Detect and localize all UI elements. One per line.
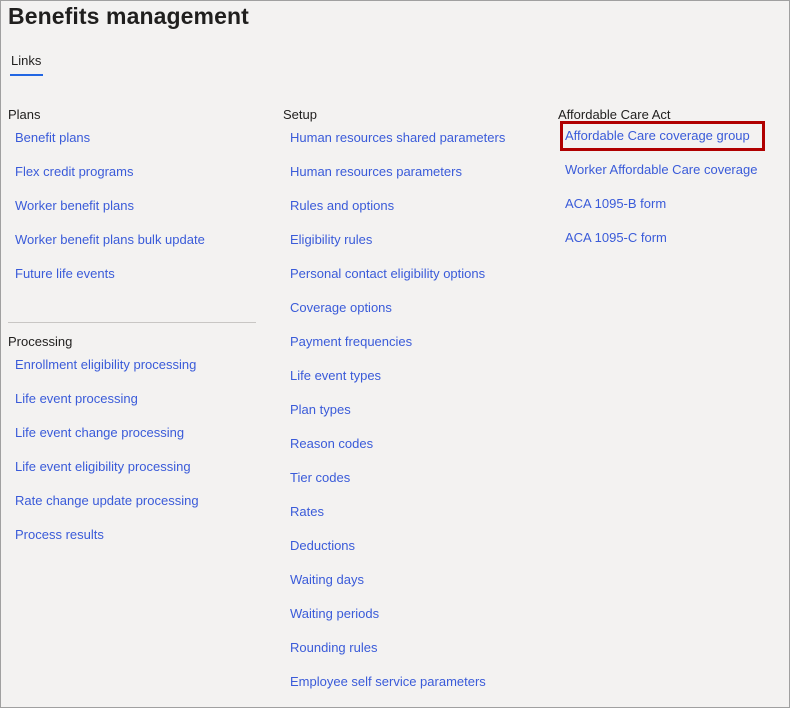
link-enrollment-eligibility-processing[interactable]: Enrollment eligibility processing <box>8 348 258 382</box>
processing-link-list: Enrollment eligibility processing Life e… <box>8 353 258 557</box>
section-divider <box>8 322 256 323</box>
link-life-event-eligibility-processing[interactable]: Life event eligibility processing <box>8 450 258 484</box>
link-reason-codes[interactable]: Reason codes <box>283 427 543 461</box>
link-eligibility-rules[interactable]: Eligibility rules <box>283 223 543 257</box>
section-title-aca: Affordable Care Act <box>558 107 671 122</box>
link-plan-types[interactable]: Plan types <box>283 393 543 427</box>
link-worker-affordable-care-coverage[interactable]: Worker Affordable Care coverage <box>558 153 788 187</box>
link-affordable-care-coverage-group[interactable]: Affordable Care coverage group <box>560 121 765 151</box>
section-affordable-care-act: Affordable Care Act Affordable Care cove… <box>558 107 788 260</box>
link-rules-and-options[interactable]: Rules and options <box>283 189 543 223</box>
link-aca-1095-b-form[interactable]: ACA 1095-B form <box>558 187 788 221</box>
link-worker-benefit-plans[interactable]: Worker benefit plans <box>8 189 258 223</box>
section-title-plans: Plans <box>8 107 41 122</box>
section-setup: Setup Human resources shared parameters … <box>283 107 543 704</box>
section-title-processing: Processing <box>8 334 73 349</box>
section-title-setup: Setup <box>283 107 317 122</box>
link-hr-shared-parameters[interactable]: Human resources shared parameters <box>283 121 543 155</box>
link-rounding-rules[interactable]: Rounding rules <box>283 631 543 665</box>
link-process-results[interactable]: Process results <box>8 518 258 552</box>
plans-link-list: Benefit plans Flex credit programs Worke… <box>8 126 258 296</box>
link-benefit-plans[interactable]: Benefit plans <box>8 121 258 155</box>
link-aca-1095-c-form[interactable]: ACA 1095-C form <box>558 221 788 255</box>
link-tier-codes[interactable]: Tier codes <box>283 461 543 495</box>
benefits-management-workspace: Benefits management Links Plans Benefit … <box>0 0 790 708</box>
section-processing: Processing Enrollment eligibility proces… <box>8 334 258 557</box>
link-personal-contact-eligibility-options[interactable]: Personal contact eligibility options <box>283 257 543 291</box>
section-plans: Plans Benefit plans Flex credit programs… <box>8 107 258 296</box>
link-life-event-change-processing[interactable]: Life event change processing <box>8 416 258 450</box>
link-hr-parameters[interactable]: Human resources parameters <box>283 155 543 189</box>
link-deductions[interactable]: Deductions <box>283 529 543 563</box>
link-life-event-types[interactable]: Life event types <box>283 359 543 393</box>
setup-link-list: Human resources shared parameters Human … <box>283 126 543 704</box>
link-life-event-processing[interactable]: Life event processing <box>8 382 258 416</box>
page-title: Benefits management <box>8 3 249 29</box>
link-worker-benefit-plans-bulk-update[interactable]: Worker benefit plans bulk update <box>8 223 258 257</box>
link-payment-frequencies[interactable]: Payment frequencies <box>283 325 543 359</box>
tab-links[interactable]: Links <box>11 53 41 68</box>
link-rate-change-update-processing[interactable]: Rate change update processing <box>8 484 258 518</box>
link-rates[interactable]: Rates <box>283 495 543 529</box>
link-future-life-events[interactable]: Future life events <box>8 257 258 291</box>
link-coverage-options[interactable]: Coverage options <box>283 291 543 325</box>
active-tab-indicator <box>10 74 43 76</box>
link-waiting-days[interactable]: Waiting days <box>283 563 543 597</box>
link-employee-self-service-parameters[interactable]: Employee self service parameters <box>283 665 543 699</box>
link-flex-credit-programs[interactable]: Flex credit programs <box>8 155 258 189</box>
link-waiting-periods[interactable]: Waiting periods <box>283 597 543 631</box>
aca-link-list: Affordable Care coverage group Worker Af… <box>558 121 788 260</box>
